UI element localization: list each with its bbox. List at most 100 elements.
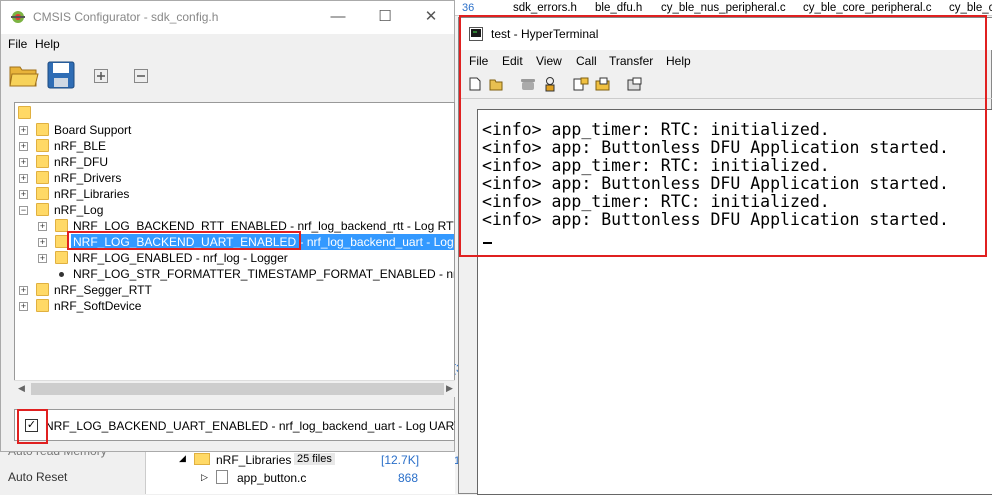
folder-icon <box>55 251 68 264</box>
folder-icon <box>36 283 49 296</box>
tree-item-nrf-ble[interactable]: + nRF_BLE <box>15 138 445 154</box>
folder-icon <box>36 139 49 152</box>
project-file-name[interactable]: app_button.c <box>237 471 306 485</box>
expand-icon[interactable]: + <box>19 174 28 183</box>
folder-icon <box>36 187 49 200</box>
expand-icon[interactable]: ▷ <box>201 472 208 483</box>
save-icon[interactable] <box>47 61 75 89</box>
menu-call[interactable]: Call <box>576 54 597 68</box>
terminal-line: <info> app_timer: RTC: initialized. <box>482 120 830 139</box>
cmsis-app-icon <box>11 11 25 23</box>
menu-bar: File Help <box>1 34 454 54</box>
expand-icon[interactable]: + <box>38 222 47 231</box>
tree-item-log-timestamp-format[interactable]: NRF_LOG_STR_FORMATTER_TIMESTAMP_FORMAT_E… <box>15 266 454 282</box>
menu-file[interactable]: File <box>8 37 27 51</box>
root-folder-icon <box>18 106 31 119</box>
folder-size: [12.7K] <box>381 453 420 467</box>
tree-item-label-selected: NRF_LOG_BACKEND_UART_ENABLED - nrf_log_b… <box>71 234 454 250</box>
tree-item-label: Board Support <box>54 123 132 137</box>
toolbar <box>459 73 992 99</box>
horizontal-scrollbar[interactable]: ◀ ▶ <box>14 380 455 397</box>
expand-icon[interactable]: + <box>38 238 47 247</box>
expand-icon[interactable]: + <box>19 126 28 135</box>
window-title: CMSIS Configurator - sdk_config.h <box>33 10 219 24</box>
terminal-line: <info> app_timer: RTC: initialized. <box>482 192 830 211</box>
config-tree: + Board Support + nRF_BLE + nRF_DFU + nR… <box>14 102 455 397</box>
tree-item-label: NRF_LOG_ENABLED - nrf_log - Logger <box>73 251 288 265</box>
terminal-line: <info> app: Buttonless DFU Application s… <box>482 138 949 157</box>
menu-help[interactable]: Help <box>35 37 60 51</box>
title-bar[interactable]: test - HyperTerminal <box>459 18 992 50</box>
tab-sdk-errors[interactable]: sdk_errors.h <box>513 2 577 14</box>
folder-icon <box>36 171 49 184</box>
tree-item-nrf-log[interactable]: − nRF_Log <box>15 202 445 218</box>
tree-item-log-backend-rtt[interactable]: + NRF_LOG_BACKEND_RTT_ENABLED - nrf_log_… <box>15 218 454 234</box>
collapse-all-icon[interactable] <box>134 69 148 83</box>
enable-checkbox[interactable]: ✓ <box>25 419 38 432</box>
collapse-icon[interactable]: − <box>19 206 28 215</box>
close-button[interactable]: ✕ <box>416 7 446 27</box>
expand-icon[interactable]: + <box>19 302 28 311</box>
menu-view[interactable]: View <box>536 54 562 68</box>
disconnect-icon[interactable] <box>543 76 557 92</box>
project-folder-name[interactable]: nRF_Libraries <box>216 453 291 467</box>
tree-item-board-support[interactable]: + Board Support <box>15 122 445 138</box>
expand-icon[interactable]: + <box>19 158 28 167</box>
tree-item-nrf-libraries[interactable]: + nRF_Libraries <box>15 186 445 202</box>
new-file-icon[interactable] <box>469 77 481 91</box>
scrollbar-thumb[interactable] <box>31 383 444 395</box>
minimize-button[interactable]: — <box>323 7 353 27</box>
properties-icon[interactable] <box>627 77 642 91</box>
folder-icon <box>194 453 210 465</box>
selected-option-label: NRF_LOG_BACKEND_UART_ENABLED - nrf_log_b… <box>45 419 455 433</box>
tab-core-peripheral[interactable]: cy_ble_core_peripheral.c <box>803 2 932 14</box>
tab-nus-peripheral[interactable]: cy_ble_nus_peripheral.c <box>661 2 786 14</box>
auto-reset-option[interactable]: Auto Reset <box>8 470 67 484</box>
open-folder-icon[interactable] <box>9 62 39 88</box>
expand-icon[interactable]: + <box>19 142 28 151</box>
folder-icon <box>36 155 49 168</box>
folder-icon <box>36 299 49 312</box>
tree-item-label: nRF_Drivers <box>54 171 122 185</box>
tree-item-log-backend-uart[interactable]: + NRF_LOG_BACKEND_UART_ENABLED - nrf_log… <box>15 234 454 250</box>
expand-icon[interactable]: + <box>19 190 28 199</box>
menu-edit[interactable]: Edit <box>502 54 523 68</box>
open-folder-icon[interactable] <box>489 77 504 91</box>
cmsis-configurator-window: CMSIS Configurator - sdk_config.h — ☐ ✕ … <box>0 0 455 452</box>
file-size: 868 <box>398 471 419 485</box>
expand-icon[interactable]: + <box>19 286 28 295</box>
menu-file[interactable]: File <box>469 54 488 68</box>
tree-item-nrf-softdevice[interactable]: + nRF_SoftDevice <box>15 298 445 314</box>
receive-icon[interactable] <box>595 77 611 91</box>
tree-item-nrf-dfu[interactable]: + nRF_DFU <box>15 154 445 170</box>
folder-icon <box>36 203 49 216</box>
c-file-icon <box>216 470 228 484</box>
scroll-right-icon[interactable]: ▶ <box>446 383 453 394</box>
toolbar <box>1 56 454 96</box>
tree-item-label: nRF_Log <box>54 203 104 217</box>
tree-item-nrf-segger-rtt[interactable]: + nRF_Segger_RTT <box>15 282 445 298</box>
hyperterminal-window: test - HyperTerminal File Edit View Call… <box>458 17 992 495</box>
title-bar[interactable]: CMSIS Configurator - sdk_config.h — ☐ ✕ <box>1 1 454 34</box>
tree-item-log-enabled[interactable]: + NRF_LOG_ENABLED - nrf_log - Logger <box>15 250 454 266</box>
selected-item-name: NRF_LOG_BACKEND_UART_ENABLED <box>73 235 297 249</box>
scroll-left-icon[interactable]: ◀ <box>18 383 25 394</box>
terminal-output[interactable]: <info> app_timer: RTC: initialized. <inf… <box>477 109 992 495</box>
expand-icon[interactable]: + <box>38 254 47 263</box>
expand-all-icon[interactable] <box>94 69 108 83</box>
menu-help[interactable]: Help <box>666 54 691 68</box>
terminal-line: <info> app_timer: RTC: initialized. <box>482 156 830 175</box>
tab-ble-dfu[interactable]: ble_dfu.h <box>595 2 642 14</box>
bullet-icon <box>59 272 64 277</box>
terminal-line: <info> app: Buttonless DFU Application s… <box>482 210 949 229</box>
collapse-icon[interactable]: ◢ <box>179 453 186 464</box>
tree-item-nrf-drivers[interactable]: + nRF_Drivers <box>15 170 445 186</box>
tree-item-label: nRF_DFU <box>54 155 109 169</box>
send-icon[interactable] <box>573 77 589 91</box>
tree-item-label: nRF_BLE <box>54 139 107 153</box>
phone-icon[interactable] <box>520 77 536 91</box>
menu-transfer[interactable]: Transfer <box>609 54 653 68</box>
tab-ble-c[interactable]: cy_ble_c <box>949 2 992 14</box>
folder-icon <box>36 123 49 136</box>
maximize-button[interactable]: ☐ <box>370 7 400 27</box>
